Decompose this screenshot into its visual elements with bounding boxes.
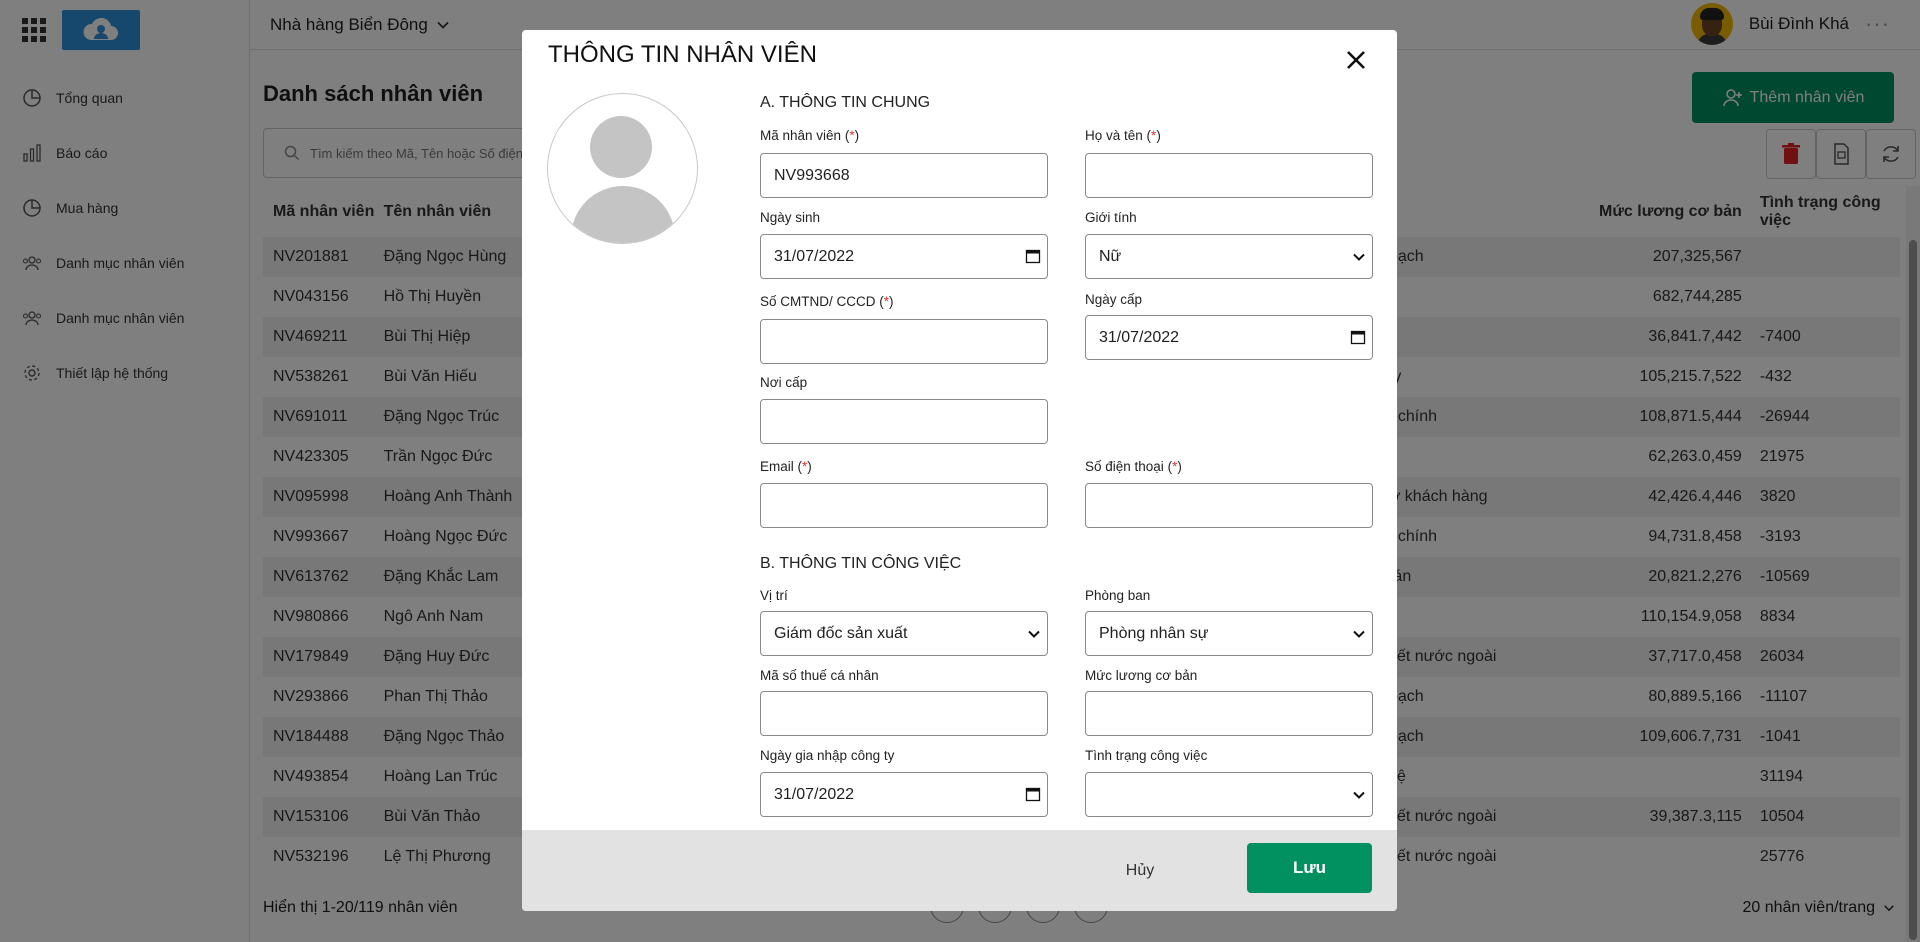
phone-input[interactable]	[1085, 483, 1373, 528]
employee-code-value: NV993668	[774, 166, 850, 184]
required-mark: *	[1172, 459, 1178, 474]
section-work-title: B. THÔNG TIN CÔNG VIỆC	[760, 555, 962, 572]
issue-place-input[interactable]	[760, 399, 1048, 444]
dialog-title: THÔNG TIN NHÂN VIÊN	[548, 41, 817, 68]
dialog-footer: Hủy Lưu	[522, 830, 1397, 911]
required-mark: *	[849, 128, 855, 143]
close-icon	[1347, 51, 1365, 69]
salary-label: Mức lương cơ bản	[1085, 668, 1198, 683]
tax-code-label: Mã số thuế cá nhân	[760, 668, 879, 683]
gender-select[interactable]: Nữ	[1085, 234, 1373, 279]
salary-input[interactable]	[1085, 691, 1373, 736]
required-mark: *	[883, 294, 890, 309]
close-button[interactable]	[1341, 45, 1371, 75]
dob-label: Ngày sinh	[760, 210, 821, 225]
calendar-icon[interactable]	[1025, 248, 1041, 264]
employee-info-dialog: THÔNG TIN NHÂN VIÊN A. THÔNG TIN CHUNG M…	[522, 30, 1397, 911]
issue-date-input[interactable]: 31/07/2022	[1085, 315, 1373, 360]
position-select[interactable]: Giám đốc sản xuất	[760, 611, 1048, 656]
join-date-label: Ngày gia nhập công ty	[760, 748, 895, 763]
email-label: Email (*)	[760, 459, 812, 474]
email-input[interactable]	[760, 483, 1048, 528]
calendar-icon[interactable]	[1025, 786, 1041, 802]
id-number-input[interactable]	[760, 319, 1048, 364]
required-mark: *	[802, 459, 808, 474]
fullname-input[interactable]	[1085, 153, 1373, 198]
dob-date-input[interactable]: 31/07/2022	[760, 234, 1048, 279]
department-select[interactable]: Phòng nhân sự	[1085, 611, 1373, 656]
calendar-icon[interactable]	[1350, 329, 1366, 345]
join-date-input[interactable]: 31/07/2022	[760, 772, 1048, 817]
id-number-label: Số CMTND/ CCCD (*)	[760, 294, 894, 309]
cancel-button[interactable]: Hủy	[1100, 847, 1180, 895]
chevron-down-icon	[1353, 253, 1365, 261]
save-button[interactable]: Lưu	[1247, 843, 1372, 893]
chevron-down-icon	[1353, 630, 1365, 638]
department-value: Phòng nhân sự	[1099, 624, 1209, 642]
gender-label: Giới tính	[1085, 210, 1137, 225]
dob-value: 31/07/2022	[774, 247, 855, 265]
position-label: Vị trí	[760, 588, 788, 603]
chevron-down-icon	[1028, 630, 1040, 638]
code-label: Mã nhân viên (*)	[760, 128, 860, 143]
employee-code-input[interactable]: NV993668	[760, 153, 1048, 198]
department-label: Phòng ban	[1085, 588, 1151, 603]
work-status-label: Tình trạng công việc	[1085, 748, 1208, 763]
issue-date-label: Ngày cấp	[1085, 292, 1143, 307]
chevron-down-icon	[1353, 791, 1365, 799]
join-date-value: 31/07/2022	[774, 785, 855, 803]
issue-date-value: 31/07/2022	[1099, 328, 1180, 346]
required-mark: *	[1151, 128, 1157, 143]
work-status-select[interactable]	[1085, 772, 1373, 817]
section-general-title: A. THÔNG TIN CHUNG	[760, 94, 931, 111]
gender-value: Nữ	[1099, 247, 1122, 265]
employee-photo[interactable]	[547, 93, 698, 244]
fullname-label: Họ và tên (*)	[1085, 128, 1161, 143]
phone-label: Số điện thoại (*)	[1085, 459, 1182, 474]
position-value: Giám đốc sản xuất	[774, 624, 908, 642]
tax-code-input[interactable]	[760, 691, 1048, 736]
issue-place-label: Nơi cấp	[760, 375, 808, 390]
